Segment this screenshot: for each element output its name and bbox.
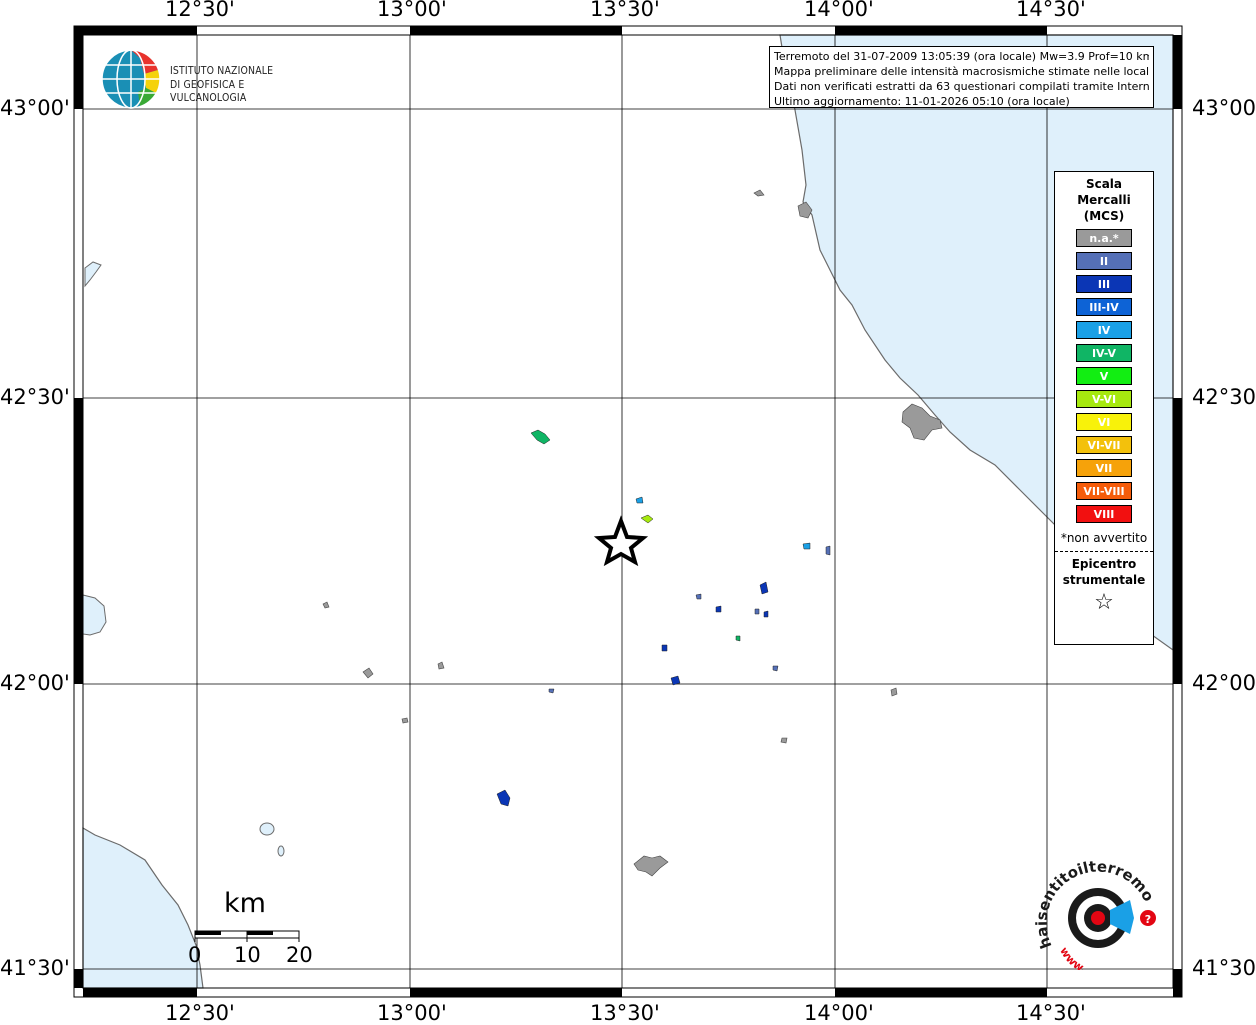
right-label-4300: 43°00'	[1192, 96, 1256, 120]
municipality-intensity-iii-6	[763, 610, 769, 618]
top-label-1300: 13°00'	[377, 0, 447, 21]
haisentito-text-graphic: haisentitoilterremoto.it www.	[1030, 860, 1158, 970]
bottom-label-1330: 13°30'	[590, 1001, 660, 1025]
legend-star-icon: ☆	[1094, 590, 1114, 615]
legend-item-ivv: IV-V	[1076, 344, 1132, 362]
event-info-box: Terremoto del 31-07-2009 13:05:39 (ora l…	[769, 46, 1154, 108]
svg-text:haisentitoilterremoto.it: haisentitoilterremoto.it	[1030, 860, 1158, 951]
lake-small	[277, 845, 285, 857]
event-info-line4: Ultimo aggiornamento: 11-01-2026 05:10 (…	[774, 95, 1070, 108]
municipality-intensity-ii-2	[695, 593, 702, 600]
lake-fondi	[259, 822, 275, 836]
left-label-4300: 43°00'	[0, 96, 70, 120]
scale-bar: km 0 10 20	[188, 888, 318, 978]
municipality-intensity-ii-5	[754, 608, 760, 615]
legend-item-viiviii: VII-VIII	[1076, 482, 1132, 500]
legend-title-line2: Mercalli	[1077, 193, 1131, 207]
legend-epicentre-line2: strumentale	[1062, 573, 1146, 587]
legend-item-vi: VI	[1076, 413, 1132, 431]
scale-unit: km	[224, 888, 266, 919]
municipality-intensity-iii-4	[715, 605, 722, 613]
bottom-label-1400: 14°00'	[804, 1001, 874, 1025]
bottom-label-1230: 12°30'	[165, 1001, 235, 1025]
ingv-name-line1: ISTITUTO NAZIONALE	[170, 64, 274, 77]
legend-item-vii: VII	[1076, 459, 1132, 477]
legend-item-vivii: VI-VII	[1076, 436, 1132, 454]
haisentito-url: www.	[1057, 945, 1088, 970]
municipality-small-6	[780, 737, 788, 744]
legend-item-iii: III	[1076, 275, 1132, 293]
bottom-label-1430: 14°30'	[1016, 1001, 1086, 1025]
legend-item-iv: IV	[1076, 321, 1132, 339]
legend-separator	[1055, 551, 1153, 552]
municipality-intensity-iii-5	[661, 644, 668, 652]
legend-item-ii: II	[1076, 252, 1132, 270]
right-label-4130: 41°30'	[1192, 956, 1256, 980]
ingv-name-line2: DI GEOFISICA E VULCANOLOGIA	[170, 78, 247, 104]
left-label-4130: 41°30'	[0, 956, 70, 980]
bottom-label-1300: 13°00'	[377, 1001, 447, 1025]
municipality-intensity-ii-1	[825, 545, 831, 556]
top-label-1330: 13°30'	[590, 0, 660, 21]
haisentito-logo[interactable]: ? haisentitoilterremoto.it www.	[1030, 860, 1170, 970]
mcs-legend: Scala Mercalli (MCS) n.a.* II III III-IV IV I…	[1054, 171, 1154, 645]
legend-item-na: n.a.*	[1076, 229, 1132, 247]
scale-bar-graphic	[194, 930, 300, 942]
legend-item-vvi: V-VI	[1076, 390, 1132, 408]
legend-item-iiiiv: III-IV	[1076, 298, 1132, 316]
scale-tick-10: 10	[234, 943, 261, 967]
legend-title: Scala Mercalli (MCS)	[1055, 176, 1153, 224]
svg-text:www.: www.	[1057, 945, 1088, 970]
top-label-1230: 12°30'	[165, 0, 235, 21]
legend-title-line3: (MCS)	[1083, 209, 1125, 223]
right-label-4230: 42°30'	[1192, 385, 1256, 409]
left-label-4200: 42°00'	[0, 671, 70, 695]
event-info-line3: Dati non verificati estratti da 63 quest…	[774, 80, 1149, 93]
right-label-4200: 42°00'	[1192, 671, 1256, 695]
top-label-1430: 14°30'	[1016, 0, 1086, 21]
municipality-small-4	[401, 717, 409, 724]
legend-epicentre-line1: Epicentro	[1071, 557, 1137, 571]
municipality-intensity-ii-3	[772, 665, 779, 672]
municipality-intensity-iv-2	[802, 542, 811, 550]
haisentito-text: haisentitoilterremoto.it	[1030, 860, 1158, 951]
municipality-intensity-ii-4	[548, 688, 555, 694]
legend-item-v: V	[1076, 367, 1132, 385]
top-label-1400: 14°00'	[804, 0, 874, 21]
ingv-logo: ISTITUTO NAZIONALE DI GEOFISICA E VULCAN…	[100, 48, 320, 109]
legend-title-line1: Scala	[1085, 177, 1123, 191]
municipality-intensity-iv-v-2	[735, 635, 741, 642]
event-info-line1: Terremoto del 31-07-2009 13:05:39 (ora l…	[774, 50, 1149, 63]
legend-epicentre-label: Epicentro strumentale	[1055, 556, 1153, 588]
ingv-globe-icon	[101, 49, 161, 109]
left-label-4230: 42°30'	[0, 385, 70, 409]
scale-tick-0: 0	[188, 943, 202, 967]
legend-items: n.a.* II III III-IV IV IV-V V V-VI VI VI-VII VII VI…	[1055, 229, 1153, 523]
legend-item-viii: VIII	[1076, 505, 1132, 523]
scale-tick-20: 20	[286, 943, 313, 967]
legend-note: *non avvertito	[1060, 531, 1148, 545]
event-info-line2: Mappa preliminare delle intensità macros…	[774, 65, 1149, 78]
